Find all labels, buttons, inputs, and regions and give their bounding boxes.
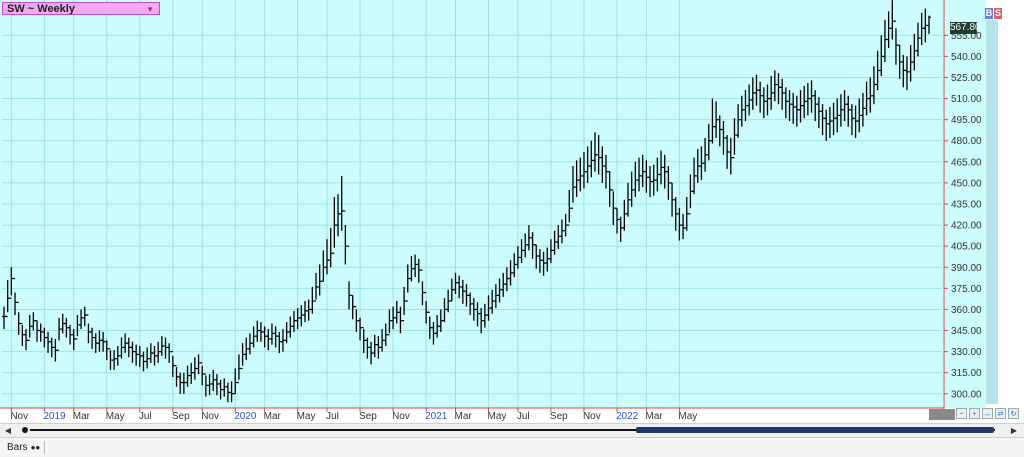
history-scrollbar[interactable]: ◀ ▶ xyxy=(0,423,1024,437)
scroll-thumb[interactable] xyxy=(636,427,994,433)
price-scrollbar[interactable] xyxy=(986,20,998,404)
time-tick-label: May xyxy=(678,411,697,422)
price-tick-label: 315.00 xyxy=(951,368,982,379)
time-tick-label: 2020 xyxy=(234,411,257,422)
price-tick-label: 390.00 xyxy=(951,263,982,274)
last-price-badge: 567.80 xyxy=(950,22,981,34)
price-tick-label: 405.00 xyxy=(951,242,982,253)
price-tick-label: 330.00 xyxy=(951,347,982,358)
symbol-label: SW ~ Weekly xyxy=(7,3,75,15)
time-tick-label: 2019 xyxy=(43,411,66,422)
fit-icon[interactable]: ⇄ xyxy=(995,408,1006,419)
time-tick-label: Nov xyxy=(10,411,28,422)
time-tick-label: 2022 xyxy=(616,411,639,422)
time-tick-label: Jul xyxy=(326,411,339,422)
price-tick-label: 435.00 xyxy=(951,200,982,211)
time-tick-label: Sep xyxy=(550,411,568,422)
price-tick-label: 480.00 xyxy=(951,136,982,147)
time-tick-label: Jul xyxy=(517,411,530,422)
dropdown-caret-icon[interactable]: ▼ xyxy=(146,3,154,16)
time-tick-label: May xyxy=(297,411,316,422)
time-tick-label: Nov xyxy=(583,411,601,422)
tab-bars[interactable]: Bars ●● xyxy=(3,441,46,454)
price-tick-label: 360.00 xyxy=(951,305,982,316)
time-tick-label: Nov xyxy=(201,411,219,422)
price-tick-label: 450.00 xyxy=(951,178,982,189)
reset-icon[interactable]: ↻ xyxy=(1008,408,1019,419)
price-tick-label: 375.00 xyxy=(951,284,982,295)
time-scroll-handle[interactable] xyxy=(929,409,955,420)
time-tick-label: Nov xyxy=(392,411,410,422)
price-tick-label: 510.00 xyxy=(951,94,982,105)
zoom-buttons: − + ↔ ⇄ ↻ xyxy=(956,408,1019,419)
scroll-start-marker xyxy=(22,427,28,433)
sell-icon[interactable]: S xyxy=(994,8,1002,19)
time-tick-label: Sep xyxy=(172,411,190,422)
infinity-icon: ●● xyxy=(30,443,41,452)
zoom-out-icon[interactable]: − xyxy=(956,408,967,419)
scroll-left-icon[interactable]: ↔ xyxy=(982,408,993,419)
price-tick-label: 345.00 xyxy=(951,326,982,337)
price-tick-label: 465.00 xyxy=(951,157,982,168)
chart-canvas: 300.00 315.00 330.00 345.00 360.00 375.00 390.… xyxy=(0,0,998,422)
buy-sell-icons: B S xyxy=(985,8,1002,19)
time-tick-label: May xyxy=(106,411,125,422)
symbol-timeframe-selector[interactable]: SW ~ Weekly ▼ xyxy=(2,2,160,15)
time-tick-label: Sep xyxy=(359,411,377,422)
time-tick-label: Mar xyxy=(645,411,663,422)
tab-bars-label: Bars xyxy=(7,442,28,453)
time-tick-label: 2021 xyxy=(425,411,448,422)
time-axis-labels: Nov 2019 Mar May Jul Sep Nov 2020 Mar May Jul Sep No… xyxy=(10,408,697,422)
price-tick-label: 420.00 xyxy=(951,221,982,232)
chart-tab-bar: Bars ●● xyxy=(0,437,1024,457)
scroll-left-arrow-icon[interactable]: ◀ xyxy=(2,424,14,437)
buy-icon[interactable]: B xyxy=(985,8,993,19)
time-tick-label: Mar xyxy=(264,411,282,422)
scroll-right-arrow-icon[interactable]: ▶ xyxy=(1008,424,1020,437)
price-tick-label: 300.00 xyxy=(951,389,982,400)
time-tick-label: Jul xyxy=(139,411,152,422)
time-tick-label: Mar xyxy=(454,411,472,422)
price-tick-label: 495.00 xyxy=(951,115,982,126)
price-tick-label: 525.00 xyxy=(951,73,982,84)
time-tick-label: Mar xyxy=(73,411,91,422)
zoom-in-icon[interactable]: + xyxy=(969,408,980,419)
time-tick-label: May xyxy=(488,411,507,422)
price-tick-label: 540.00 xyxy=(951,52,982,63)
